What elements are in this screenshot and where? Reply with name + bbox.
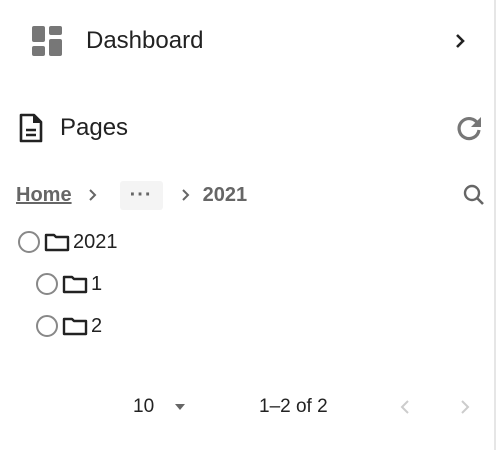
tree-item-label: 1 [91, 272, 103, 295]
caret-down-icon [175, 404, 186, 410]
nav-item-dashboard[interactable]: Dashboard [30, 22, 470, 60]
search-icon[interactable] [462, 183, 486, 207]
breadcrumb-current: 2021 [202, 183, 248, 206]
page-size-value: 10 [133, 396, 155, 417]
folder-icon [62, 317, 88, 336]
chevron-right-icon [181, 189, 189, 201]
page-size-select[interactable]: 10 [133, 396, 186, 418]
tree-item[interactable]: 2021 [18, 222, 118, 262]
page-tree: 2021 1 2 [18, 222, 118, 346]
folder-icon [62, 275, 88, 294]
chevron-right-icon [88, 189, 96, 201]
folder-icon [44, 233, 70, 252]
previous-page-icon[interactable] [398, 399, 412, 415]
tree-item[interactable]: 1 [36, 264, 118, 304]
dashboard-icon [32, 26, 62, 56]
pages-title: Pages [60, 114, 129, 141]
tree-item-label: 2 [91, 314, 103, 337]
breadcrumb-home[interactable]: Home [16, 184, 72, 207]
select-radio[interactable] [18, 231, 40, 253]
pagination: 10 1–2 of 2 [0, 392, 496, 424]
tree-item[interactable]: 2 [36, 306, 118, 346]
breadcrumb: Home ··· 2021 [16, 180, 486, 210]
dashboard-label: Dashboard [86, 27, 204, 54]
chevron-right-icon[interactable] [450, 31, 470, 51]
document-icon [19, 113, 43, 143]
select-radio[interactable] [36, 273, 58, 295]
breadcrumb-ellipsis-button[interactable]: ··· [119, 180, 163, 210]
page-range: 1–2 of 2 [259, 396, 328, 417]
tree-item-label: 2021 [73, 230, 118, 253]
refresh-icon[interactable] [454, 113, 484, 143]
select-radio[interactable] [36, 315, 58, 337]
pages-header: Pages [18, 108, 484, 148]
next-page-icon[interactable] [458, 399, 472, 415]
